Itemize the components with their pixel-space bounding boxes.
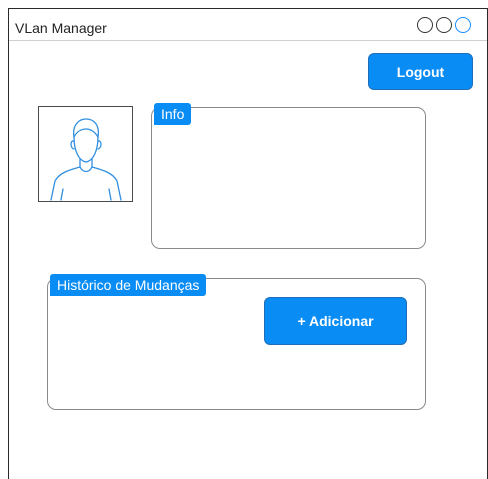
- add-button[interactable]: + Adicionar: [264, 297, 407, 345]
- app-window: VLan Manager Logout Info Histórico de Mu…: [8, 8, 488, 479]
- title-bar: VLan Manager: [9, 9, 487, 41]
- logout-button[interactable]: Logout: [368, 53, 473, 90]
- window-circle-icon[interactable]: [436, 17, 452, 33]
- window-circle-icon[interactable]: [455, 17, 471, 33]
- info-panel-tab: Info: [154, 103, 192, 125]
- window-title: VLan Manager: [15, 20, 107, 36]
- history-panel-label: Histórico de Mudanças: [57, 277, 200, 293]
- history-panel-tab: Histórico de Mudanças: [50, 274, 207, 296]
- user-icon: [50, 118, 122, 201]
- window-circle-icon[interactable]: [417, 17, 433, 33]
- add-button-label: + Adicionar: [297, 313, 374, 329]
- info-panel-label: Info: [161, 106, 185, 122]
- avatar: [38, 106, 133, 202]
- logout-button-label: Logout: [396, 63, 445, 80]
- info-panel: [151, 107, 426, 249]
